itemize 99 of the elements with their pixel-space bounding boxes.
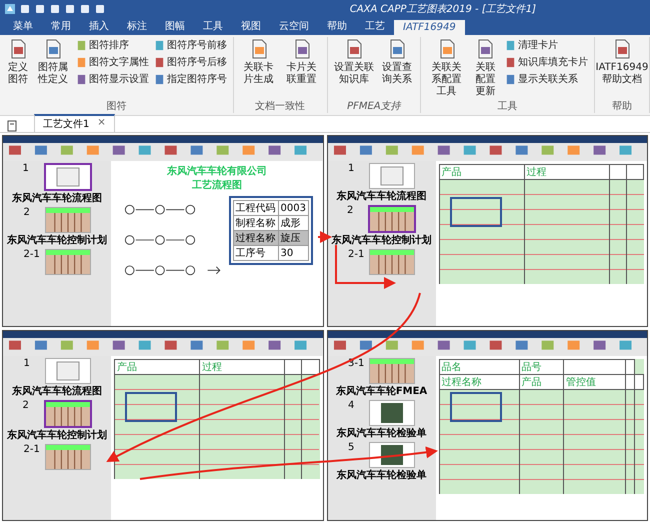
page-thumbnail[interactable] <box>369 400 415 426</box>
thumbnail-caption: 东风汽车车轮流程图 <box>336 189 426 203</box>
document-title: 东风汽车车轮有限公司 <box>166 164 267 178</box>
ribbon-tab[interactable]: 常用 <box>42 17 80 35</box>
ribbon-button[interactable]: 定义图符 <box>5 37 31 99</box>
toolbar-icon[interactable] <box>19 3 31 15</box>
ribbon-button[interactable]: 关联配置更新 <box>470 37 501 99</box>
ribbon-tab[interactable]: 视图 <box>232 17 270 35</box>
page-number: 2-1 <box>348 249 366 260</box>
toolbar-icon[interactable] <box>49 3 61 15</box>
column-header: 品名 <box>439 359 520 374</box>
ribbon-button[interactable]: 设置关联知识库 <box>332 37 376 99</box>
app-icon[interactable] <box>4 3 16 15</box>
page-number: 5 <box>348 442 356 452</box>
ribbon-button[interactable]: 关联关系配置工具 <box>426 37 467 99</box>
column-header: 过程 <box>524 164 610 180</box>
column-header: 管控值 <box>563 374 626 389</box>
ribbon-button[interactable]: 关联卡片生成 <box>238 37 279 99</box>
page-number: 1 <box>348 163 356 174</box>
page-number: 2 <box>22 400 30 410</box>
ribbon-button[interactable]: 卡片关联重置 <box>282 37 322 99</box>
page-thumbnail[interactable] <box>44 358 90 384</box>
group-label: PFMEA支持 <box>347 100 401 113</box>
thumbnail-caption: 东风汽车车轮检验单 <box>336 426 426 440</box>
document-subtitle: 工艺流程图 <box>192 178 242 192</box>
thumbnail-caption: 东风汽车车轮FMEA <box>336 384 428 398</box>
ribbon-tab[interactable]: 插入 <box>80 17 118 35</box>
highlight-frame <box>450 197 502 227</box>
ribbon-button[interactable]: 图符排序 <box>74 37 150 53</box>
ribbon-button[interactable]: 图符序号后移 <box>152 54 228 70</box>
toolbar-icon[interactable] <box>6 120 18 132</box>
highlight-frame <box>125 392 177 422</box>
page-number: 2-1 <box>24 249 41 260</box>
ribbon-tab[interactable]: 云空间 <box>270 17 318 35</box>
connector-arrow <box>318 231 332 243</box>
field-value: 旋压 <box>278 230 308 246</box>
window-title: CAXA CAPP工艺图表2019 - [工艺文件1] <box>350 2 536 16</box>
page-number: 2 <box>347 205 354 216</box>
document-tab[interactable]: 工艺文件1 × <box>34 114 115 132</box>
page-thumbnail[interactable] <box>369 358 415 384</box>
page-number: 1 <box>24 358 31 368</box>
ribbon-button[interactable]: 图符文字属性 <box>74 54 150 70</box>
page-thumbnail[interactable] <box>369 249 415 275</box>
ribbon-tab[interactable]: 图幅 <box>156 17 194 35</box>
page-thumbnail[interactable] <box>369 163 415 189</box>
page-number: 2 <box>24 207 31 218</box>
column-header: 产品 <box>519 374 564 389</box>
page-thumbnail[interactable] <box>44 163 92 191</box>
thumbnail-caption: 东风汽车车轮控制计划 <box>7 233 107 247</box>
group-label: 文档一致性 <box>255 100 306 113</box>
page-thumbnail[interactable] <box>44 444 90 470</box>
ribbon-tab[interactable]: 工具 <box>194 17 232 35</box>
page-thumbnail[interactable] <box>44 400 92 428</box>
highlight-frame <box>450 392 502 422</box>
field-value: 0003 <box>278 200 308 216</box>
page-thumbnail[interactable] <box>368 205 416 233</box>
ribbon-button[interactable]: 图符显示设置 <box>74 71 150 87</box>
page-thumbnail[interactable] <box>44 207 90 233</box>
column-header: 产品 <box>114 359 200 374</box>
ribbon-button[interactable]: 图符序号前移 <box>152 37 228 53</box>
ribbon-tab[interactable]: IATF16949 <box>394 20 465 35</box>
group-label: 工具 <box>498 100 518 113</box>
ribbon-button[interactable]: 知识库填充卡片 <box>504 54 589 70</box>
tab-label: 工艺文件1 <box>43 118 90 131</box>
field-value: 30 <box>278 246 308 260</box>
ribbon-button[interactable]: 设置查询关系 <box>378 37 416 99</box>
page-number: 1 <box>22 163 30 174</box>
ribbon-tab[interactable]: 标注 <box>118 17 156 35</box>
field-label: 工程代码 <box>233 200 278 216</box>
ribbon-button[interactable]: 指定图符序号 <box>152 71 228 87</box>
thumbnail-caption: 东风汽车车轮控制计划 <box>332 233 432 247</box>
field-label: 过程名称 <box>233 230 278 246</box>
ribbon-tab[interactable]: 工艺 <box>356 17 394 35</box>
page-thumbnail[interactable] <box>44 249 90 275</box>
ribbon-button[interactable]: 显示关联关系 <box>504 71 589 87</box>
ribbon-button[interactable]: 清理卡片 <box>504 37 589 53</box>
thumbnail-caption: 东风汽车车轮检验单 <box>336 468 426 482</box>
ribbon-button[interactable]: 图符属性定义 <box>34 37 72 99</box>
ribbon-tab[interactable]: 菜单 <box>4 17 42 35</box>
thumbnail-caption: 东风汽车车轮流程图 <box>12 191 102 205</box>
group-label: 图符 <box>106 100 126 113</box>
toolbar-icon[interactable] <box>34 3 46 15</box>
ribbon-tab[interactable]: 帮助 <box>318 17 356 35</box>
column-header: 品号 <box>519 359 564 374</box>
connector-arrow <box>335 245 396 289</box>
thumbnail-caption: 东风汽车车轮流程图 <box>12 384 102 398</box>
page-number: 2-1 <box>24 444 41 454</box>
page-number: 4 <box>348 400 356 410</box>
column-header: 过程名称 <box>439 374 520 389</box>
toolbar-icon[interactable] <box>79 3 91 15</box>
thumbnail-caption: 东风汽车车轮控制计划 <box>7 428 107 442</box>
toolbar-icon[interactable] <box>94 3 106 15</box>
toolbar-icon[interactable] <box>64 3 76 15</box>
close-button[interactable]: × <box>97 117 106 131</box>
field-label: 工序号 <box>233 246 278 260</box>
column-header: 产品 <box>439 164 524 180</box>
column-header: 过程 <box>200 359 285 374</box>
page-thumbnail[interactable] <box>369 442 415 468</box>
group-label: 帮助 <box>612 100 632 113</box>
